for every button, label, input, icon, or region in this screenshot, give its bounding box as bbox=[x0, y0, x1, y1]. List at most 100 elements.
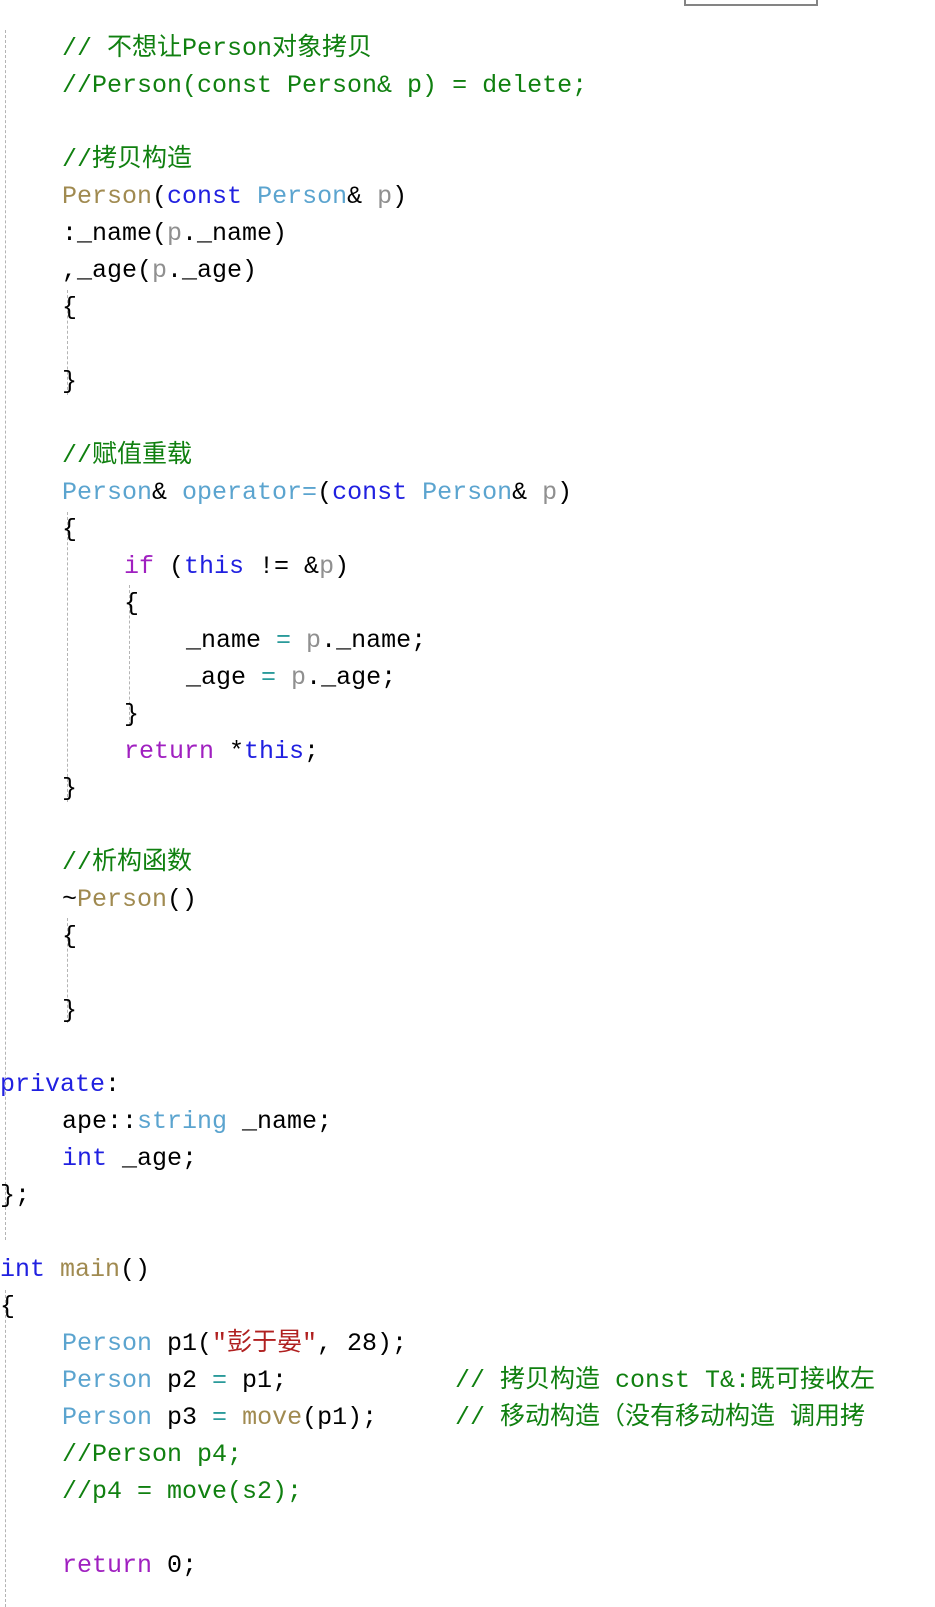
code-line[interactable]: Person p1("彭于晏", 28); bbox=[0, 1325, 935, 1362]
code-line[interactable]: ~Person() bbox=[0, 881, 935, 918]
code-line[interactable]: //Person(const Person& p) = delete; bbox=[0, 67, 935, 104]
code-line[interactable] bbox=[0, 1510, 935, 1547]
code-line[interactable]: _name = p._name; bbox=[0, 622, 935, 659]
code-line[interactable] bbox=[0, 807, 935, 844]
trailing-comment: // 拷贝构造 const T&:既可接收左 bbox=[455, 1366, 876, 1395]
code-token: ._name; bbox=[321, 626, 427, 655]
code-line[interactable]: } bbox=[0, 696, 935, 733]
code-line[interactable] bbox=[0, 400, 935, 437]
code-token: p bbox=[291, 663, 307, 692]
code-token: //Person p4; bbox=[62, 1440, 243, 1469]
code-line[interactable]: Person& operator=(const Person& p) bbox=[0, 474, 935, 511]
code-line-content: // 不想让Person对象拷贝 bbox=[0, 30, 372, 67]
code-line-content: //赋值重载 bbox=[0, 437, 192, 474]
code-line[interactable]: } bbox=[0, 770, 935, 807]
code-token: Person bbox=[62, 1366, 153, 1395]
code-line[interactable]: { bbox=[0, 289, 935, 326]
code-line-content: if (this != &p) bbox=[0, 548, 349, 585]
code-line[interactable]: Person(const Person& p) bbox=[0, 178, 935, 215]
code-line-content bbox=[0, 400, 77, 437]
code-line-content bbox=[0, 326, 139, 363]
code-token: p bbox=[167, 219, 183, 248]
code-token: () bbox=[120, 1255, 151, 1284]
code-line-content: //Person(const Person& p) = delete; bbox=[0, 67, 587, 104]
code-token: } bbox=[62, 774, 78, 803]
code-token: ._age) bbox=[167, 256, 258, 285]
code-line-content: Person(const Person& p) bbox=[0, 178, 407, 215]
code-line[interactable]: //析构函数 bbox=[0, 844, 935, 881]
code-line[interactable]: //Person p4; bbox=[0, 1436, 935, 1473]
code-line-content: Person& operator=(const Person& p) bbox=[0, 474, 572, 511]
code-line[interactable]: { bbox=[0, 585, 935, 622]
code-line[interactable]: //拷贝构造 bbox=[0, 141, 935, 178]
code-lines[interactable]: // 不想让Person对象拷贝 //Person(const Person& p… bbox=[0, 0, 935, 1584]
code-line[interactable]: }; bbox=[0, 1177, 935, 1214]
code-line-content: return *this; bbox=[0, 733, 319, 770]
code-token: = bbox=[261, 663, 277, 692]
code-line[interactable] bbox=[0, 1029, 935, 1066]
code-line[interactable]: //赋值重载 bbox=[0, 437, 935, 474]
code-token: ape:: bbox=[62, 1107, 138, 1136]
code-line-content bbox=[0, 1510, 77, 1547]
code-line-content: :_name(p._name) bbox=[0, 215, 287, 252]
code-line[interactable]: int _age; bbox=[0, 1140, 935, 1177]
code-token: // 不想让Person对象拷贝 bbox=[62, 34, 373, 63]
code-line[interactable]: ,_age(p._age) bbox=[0, 252, 935, 289]
code-token: ,_age( bbox=[62, 256, 153, 285]
code-line[interactable]: Person p2 = p1; // 拷贝构造 const T&:既可接收左 bbox=[0, 1362, 935, 1399]
code-token: ) bbox=[392, 182, 408, 211]
code-line[interactable]: return 0; bbox=[0, 1547, 935, 1584]
code-editor-viewport[interactable]: // 不想让Person对象拷贝 //Person(const Person& p… bbox=[0, 0, 935, 1607]
code-token: * bbox=[214, 737, 245, 766]
code-line-content: { bbox=[0, 1288, 15, 1325]
code-token: Person bbox=[422, 478, 513, 507]
code-token: "彭于晏" bbox=[212, 1329, 318, 1358]
code-line[interactable]: Person p3 = move(p1); // 移动构造（没有移动构造 调用拷 bbox=[0, 1399, 935, 1436]
code-token: ( bbox=[152, 182, 168, 211]
code-token: p bbox=[319, 552, 335, 581]
code-line-content: { bbox=[0, 585, 139, 622]
code-token: & bbox=[347, 182, 378, 211]
code-line[interactable]: _age = p._age; bbox=[0, 659, 935, 696]
code-line-content bbox=[0, 1214, 15, 1251]
code-line-content: ,_age(p._age) bbox=[0, 252, 257, 289]
code-token: = bbox=[276, 626, 292, 655]
code-line[interactable]: :_name(p._name) bbox=[0, 215, 935, 252]
code-line[interactable] bbox=[0, 955, 935, 992]
code-token: p3 bbox=[152, 1403, 213, 1432]
code-token: _name; bbox=[227, 1107, 333, 1136]
code-line-content: } bbox=[0, 696, 139, 733]
code-token: = bbox=[212, 1366, 228, 1395]
code-line[interactable]: // 不想让Person对象拷贝 bbox=[0, 30, 935, 67]
code-token: operator= bbox=[182, 478, 318, 507]
code-line[interactable]: int main() bbox=[0, 1251, 935, 1288]
code-line[interactable]: if (this != &p) bbox=[0, 548, 935, 585]
code-token: p bbox=[152, 256, 168, 285]
code-line[interactable]: return *this; bbox=[0, 733, 935, 770]
code-token: ) bbox=[334, 552, 350, 581]
code-line[interactable] bbox=[0, 1214, 935, 1251]
code-line-content: Person p3 = move(p1); bbox=[0, 1399, 377, 1436]
code-line-content: //Person p4; bbox=[0, 1436, 242, 1473]
code-line[interactable]: private: bbox=[0, 1066, 935, 1103]
code-token: this bbox=[244, 737, 305, 766]
code-line[interactable]: } bbox=[0, 363, 935, 400]
code-line[interactable]: ape::string _name; bbox=[0, 1103, 935, 1140]
code-line[interactable]: { bbox=[0, 1288, 935, 1325]
code-line[interactable]: //p4 = move(s2); bbox=[0, 1473, 935, 1510]
code-line-content: private: bbox=[0, 1066, 120, 1103]
code-line[interactable] bbox=[0, 104, 935, 141]
code-token: :_name( bbox=[62, 219, 168, 248]
code-line[interactable]: } bbox=[0, 992, 935, 1029]
code-line-content: Person p1("彭于晏", 28); bbox=[0, 1325, 407, 1362]
code-line-content: _name = p._name; bbox=[0, 622, 426, 659]
code-line-content: //拷贝构造 bbox=[0, 141, 192, 178]
code-line[interactable] bbox=[0, 326, 935, 363]
code-line-content: { bbox=[0, 289, 77, 326]
code-token: ( bbox=[154, 552, 185, 581]
code-line[interactable]: { bbox=[0, 918, 935, 955]
code-line-content bbox=[0, 104, 77, 141]
code-line[interactable]: { bbox=[0, 511, 935, 548]
